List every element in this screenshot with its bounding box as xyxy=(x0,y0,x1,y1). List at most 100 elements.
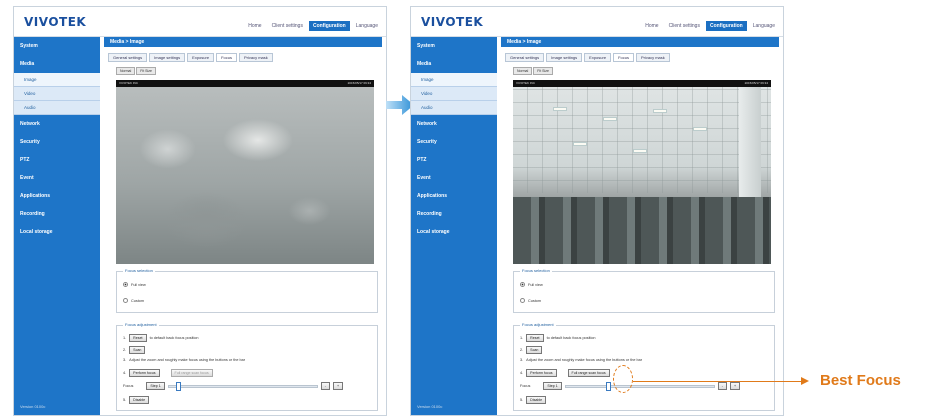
office-ceiling xyxy=(513,87,771,194)
option-full-view[interactable]: Full view xyxy=(123,282,146,287)
reset-button[interactable]: Reset xyxy=(526,334,544,342)
sidebar-sub-image[interactable]: Image xyxy=(411,73,497,87)
live-video[interactable]: VIVOTEK INC 2015/05/17 09:34 xyxy=(513,80,771,264)
tab-focus[interactable]: Focus xyxy=(613,53,634,62)
ceiling-lamp xyxy=(573,142,587,146)
radio-full-view[interactable] xyxy=(520,282,525,287)
sidebar-item-recording[interactable]: Recording xyxy=(14,205,100,223)
nav-configuration[interactable]: Configuration xyxy=(308,21,350,31)
focus-plus-button[interactable]: + xyxy=(729,382,741,390)
radio-custom[interactable] xyxy=(520,298,525,303)
sidebar-sub-audio[interactable]: Audio xyxy=(14,101,100,115)
sidebar-item-system[interactable]: System xyxy=(14,37,100,55)
tab-exposure[interactable]: Exposure xyxy=(584,53,612,62)
option-full-view-label: Full view xyxy=(131,282,146,287)
view-normal-button[interactable]: Normal xyxy=(116,67,136,75)
tab-image-settings[interactable]: Image settings xyxy=(149,53,186,62)
option-full-view[interactable]: Full view xyxy=(520,282,543,287)
sidebar-item-media[interactable]: Media xyxy=(411,55,497,73)
perform-focus-button[interactable]: Perform focus xyxy=(526,369,557,377)
sidebar-sub-image[interactable]: Image xyxy=(14,73,100,87)
sidebar-item-ptz[interactable]: PTZ xyxy=(14,151,100,169)
full-range-scan-button[interactable]: Full range scan focus xyxy=(567,369,610,377)
nav-language[interactable]: Language xyxy=(352,21,382,31)
sidebar-item-applications[interactable]: Applications xyxy=(14,187,100,205)
tab-focus[interactable]: Focus xyxy=(216,53,237,62)
focus-slider[interactable] xyxy=(564,381,715,391)
sidebar-item-local-storage[interactable]: Local storage xyxy=(411,223,497,241)
video-caption-bar: VIVOTEK INC 2015/05/17 09:34 xyxy=(116,80,374,87)
screenshot-before: VIVOTEK Home Client settings Configurati… xyxy=(13,6,387,416)
step-3-row: 3. Adjust the zoom and roughly make focu… xyxy=(520,358,643,362)
step-1-text: to default back focus position xyxy=(546,336,596,340)
sidebar-sub-audio[interactable]: Audio xyxy=(411,101,497,115)
focus-slider-row: Focus Step 1 - + xyxy=(123,381,344,391)
disable-button[interactable]: Disable xyxy=(526,396,547,404)
focus-selection-legend: Focus selection xyxy=(520,268,552,273)
sidebar-item-system[interactable]: System xyxy=(411,37,497,55)
tab-image-settings[interactable]: Image settings xyxy=(546,53,583,62)
nav-client-settings[interactable]: Client settings xyxy=(665,21,704,31)
view-normal-button[interactable]: Normal xyxy=(513,67,533,75)
nav-client-settings[interactable]: Client settings xyxy=(268,21,307,31)
focus-slider[interactable] xyxy=(167,381,318,391)
option-custom[interactable]: Custom xyxy=(520,298,541,303)
tab-general-settings[interactable]: General settings xyxy=(108,53,148,62)
tab-privacy-mask[interactable]: Privacy mask xyxy=(635,53,670,62)
video-caption-right: 2015/05/17 09:34 xyxy=(744,81,768,85)
arrow-right-icon xyxy=(801,377,809,385)
step-1-row: 1. Reset to default back focus position xyxy=(123,334,199,342)
scan-button[interactable]: Scan xyxy=(129,346,146,354)
focus-plus-button[interactable]: + xyxy=(332,382,344,390)
focus-label: Focus xyxy=(520,384,531,388)
sidebar-item-event[interactable]: Event xyxy=(14,169,100,187)
sidebar-item-security[interactable]: Security xyxy=(411,133,497,151)
focus-step-select[interactable]: Step 1 xyxy=(543,382,562,390)
step-3-row: 3. Adjust the zoom and roughly make focu… xyxy=(123,358,246,362)
focus-step-select[interactable]: Step 1 xyxy=(146,382,165,390)
focus-minus-button[interactable]: - xyxy=(717,382,727,390)
view-fit-button[interactable]: Fit Size xyxy=(136,67,156,75)
scan-button[interactable]: Scan xyxy=(526,346,543,354)
nav-home[interactable]: Home xyxy=(244,21,265,31)
radio-custom[interactable] xyxy=(123,298,128,303)
vivotek-logo: VIVOTEK xyxy=(421,15,484,29)
tab-privacy-mask[interactable]: Privacy mask xyxy=(238,53,273,62)
disable-button[interactable]: Disable xyxy=(129,396,150,404)
video-frame-blurry xyxy=(116,87,374,264)
sidebar-item-network[interactable]: Network xyxy=(411,115,497,133)
view-fit-button[interactable]: Fit Size xyxy=(533,67,553,75)
sidebar: System Media Image Video Audio Network S… xyxy=(411,37,497,415)
nav-language[interactable]: Language xyxy=(749,21,779,31)
sidebar-item-applications[interactable]: Applications xyxy=(411,187,497,205)
live-video[interactable]: VIVOTEK INC 2015/05/17 09:34 xyxy=(116,80,374,264)
sidebar-sub-video[interactable]: Video xyxy=(411,87,497,101)
perform-focus-button[interactable]: Perform focus xyxy=(129,369,160,377)
best-focus-callout-line xyxy=(633,381,803,382)
sidebar-sub-video[interactable]: Video xyxy=(14,87,100,101)
sidebar-item-network[interactable]: Network xyxy=(14,115,100,133)
tab-general-settings[interactable]: General settings xyxy=(505,53,545,62)
reset-button[interactable]: Reset xyxy=(129,334,147,342)
option-custom[interactable]: Custom xyxy=(123,298,144,303)
view-mode-buttons: Normal Fit Size xyxy=(513,67,779,75)
tab-exposure[interactable]: Exposure xyxy=(187,53,215,62)
radio-full-view[interactable] xyxy=(123,282,128,287)
focus-adjustment-legend: Focus adjustment xyxy=(520,322,556,327)
version-text: Version 0100c xyxy=(20,404,46,409)
step-2-row: 2. Scan xyxy=(520,346,543,354)
focus-slider-thumb[interactable] xyxy=(605,381,611,391)
sidebar-item-recording[interactable]: Recording xyxy=(411,205,497,223)
focus-slider-thumb[interactable] xyxy=(176,381,182,391)
video-caption-left: VIVOTEK INC xyxy=(119,81,139,85)
tab-bar: General settings Image settings Exposure… xyxy=(501,53,779,62)
sidebar-item-security[interactable]: Security xyxy=(14,133,100,151)
nav-home[interactable]: Home xyxy=(641,21,662,31)
focus-minus-button[interactable]: - xyxy=(320,382,330,390)
nav-configuration[interactable]: Configuration xyxy=(705,21,747,31)
full-range-scan-button[interactable]: Full range scan focus xyxy=(170,369,213,377)
sidebar-item-local-storage[interactable]: Local storage xyxy=(14,223,100,241)
sidebar-item-event[interactable]: Event xyxy=(411,169,497,187)
sidebar-item-ptz[interactable]: PTZ xyxy=(411,151,497,169)
sidebar-item-media[interactable]: Media xyxy=(14,55,100,73)
